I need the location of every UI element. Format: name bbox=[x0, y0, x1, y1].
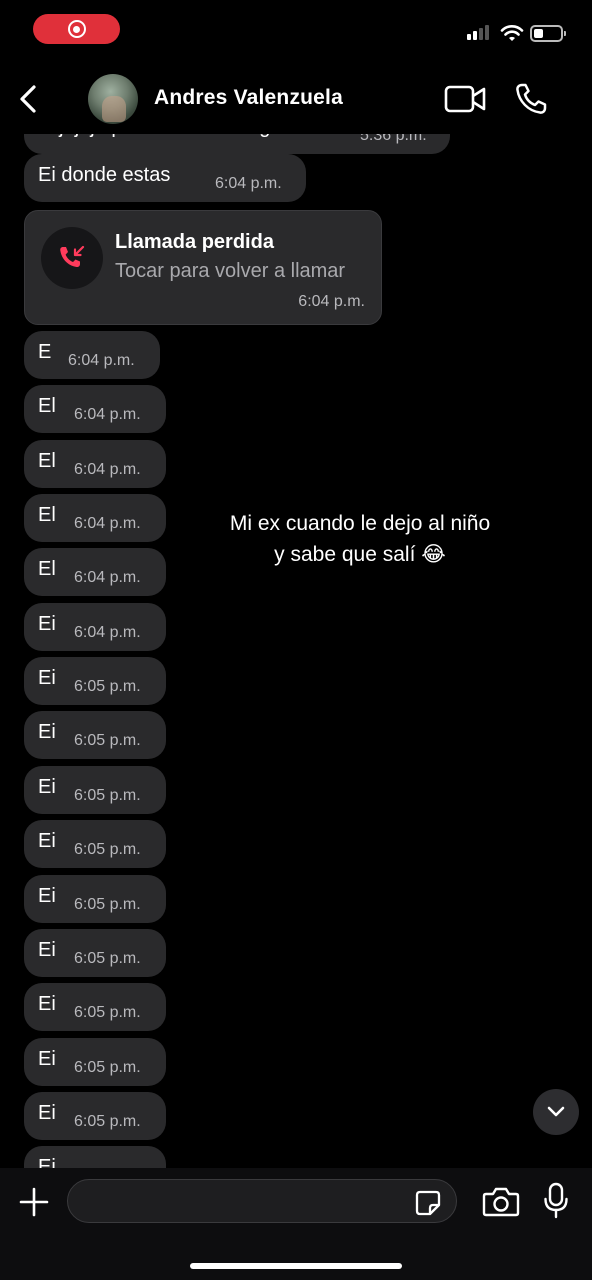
sticker-icon[interactable] bbox=[414, 1189, 442, 1217]
message-text: Ei donde estas bbox=[38, 164, 171, 186]
message-bubble[interactable]: Ei 6:05 p.m. bbox=[24, 929, 166, 977]
message-time: 6:04 p.m. bbox=[74, 461, 141, 478]
overlay-caption: Mi ex cuando le dejo al niño y sabe que … bbox=[160, 508, 560, 570]
message-bubble[interactable]: El 6:04 p.m. bbox=[24, 548, 166, 596]
message-bubble[interactable]: Ei 6:05 p.m. bbox=[24, 1092, 166, 1140]
message-time: 6:05 p.m. bbox=[74, 896, 141, 913]
message-list[interactable]: Jajajaja pa todo cuedo algo 5:36 p.m. Ei… bbox=[0, 120, 592, 1168]
message-bubble[interactable]: Ei 6:04 p.m. bbox=[24, 603, 166, 651]
phone-icon[interactable] bbox=[514, 82, 548, 116]
wifi-icon bbox=[500, 25, 524, 41]
message-text: Ei bbox=[38, 1156, 56, 1168]
battery-icon bbox=[530, 25, 566, 42]
missed-call-icon bbox=[60, 245, 85, 268]
scroll-to-bottom-button[interactable] bbox=[533, 1089, 579, 1135]
message-time: 6:05 p.m. bbox=[74, 732, 141, 749]
message-bubble[interactable]: Ei donde estas 6:04 p.m. bbox=[24, 154, 306, 202]
message-bubble[interactable]: Ei 6:05 p.m. bbox=[24, 711, 166, 759]
missed-call-title: Llamada perdida bbox=[115, 231, 274, 253]
message-time: 6:04 p.m. bbox=[74, 515, 141, 532]
message-bubble[interactable]: El 6:04 p.m. bbox=[24, 494, 166, 542]
message-time: 6:04 p.m. bbox=[68, 352, 135, 369]
screen-recording-indicator[interactable] bbox=[33, 14, 120, 44]
caption-line-2: y sabe que salí 😂 bbox=[274, 543, 446, 566]
microphone-icon[interactable] bbox=[543, 1182, 569, 1220]
message-time: 6:05 p.m. bbox=[74, 841, 141, 858]
message-text: Ei bbox=[38, 776, 56, 798]
message-text: Ei bbox=[38, 721, 56, 743]
status-bar bbox=[0, 0, 592, 60]
message-bubble[interactable]: E 6:04 p.m. bbox=[24, 331, 160, 379]
missed-call-card[interactable]: Llamada perdida Tocar para volver a llam… bbox=[24, 210, 382, 325]
message-text: Ei bbox=[38, 613, 56, 635]
message-text: Ei bbox=[38, 939, 56, 961]
message-text: Ei bbox=[38, 830, 56, 852]
missed-call-time: 6:04 p.m. bbox=[298, 293, 365, 310]
message-text: Ei bbox=[38, 1102, 56, 1124]
camera-icon[interactable] bbox=[482, 1186, 520, 1218]
message-time: 6:05 p.m. bbox=[74, 787, 141, 804]
chat-header: Andres Valenzuela bbox=[0, 62, 592, 134]
message-input[interactable] bbox=[67, 1179, 457, 1223]
message-bubble[interactable]: Ei 6:05 p.m. bbox=[24, 820, 166, 868]
message-text: El bbox=[38, 395, 56, 417]
plus-icon[interactable] bbox=[18, 1186, 50, 1218]
message-time: 6:04 p.m. bbox=[215, 175, 282, 192]
message-text: Ei bbox=[38, 993, 56, 1015]
message-time: 6:04 p.m. bbox=[74, 569, 141, 586]
message-bubble[interactable]: Ei 6:05 p.m. bbox=[24, 766, 166, 814]
message-text: Ei bbox=[38, 667, 56, 689]
message-bubble[interactable]: Ei 6:05 p.m. bbox=[24, 983, 166, 1031]
record-icon bbox=[67, 20, 86, 38]
chevron-down-icon bbox=[547, 1106, 565, 1117]
message-time: 6:04 p.m. bbox=[74, 406, 141, 423]
message-time: 6:05 p.m. bbox=[74, 950, 141, 967]
message-text: El bbox=[38, 558, 56, 580]
message-time: 6:05 p.m. bbox=[74, 1113, 141, 1130]
message-text: El bbox=[38, 450, 56, 472]
contact-avatar[interactable] bbox=[88, 74, 138, 124]
missed-call-subtitle: Tocar para volver a llamar bbox=[115, 260, 346, 282]
message-text: E bbox=[38, 341, 52, 363]
video-call-icon[interactable] bbox=[444, 84, 486, 114]
back-chevron-icon[interactable] bbox=[14, 82, 44, 116]
contact-name[interactable]: Andres Valenzuela bbox=[154, 86, 343, 110]
message-time: 6:04 p.m. bbox=[74, 624, 141, 641]
message-bubble[interactable]: Ei 6:05 p.m. bbox=[24, 1038, 166, 1086]
message-bubble[interactable]: Ei 6:05 p.m. bbox=[24, 657, 166, 705]
message-composer bbox=[0, 1168, 592, 1280]
message-text: El bbox=[38, 504, 56, 526]
message-text: Ei bbox=[38, 885, 56, 907]
message-time: 6:05 p.m. bbox=[74, 678, 141, 695]
message-text: Ei bbox=[38, 1048, 56, 1070]
caption-line-1: Mi ex cuando le dejo al niño bbox=[229, 512, 491, 535]
message-bubble[interactable]: El 6:04 p.m. bbox=[24, 440, 166, 488]
missed-call-icon-circle bbox=[41, 227, 103, 289]
home-indicator[interactable] bbox=[190, 1263, 402, 1269]
message-bubble-partial-bottom[interactable]: Ei bbox=[24, 1146, 166, 1168]
message-bubble[interactable]: El 6:04 p.m. bbox=[24, 385, 166, 433]
message-bubble[interactable]: Ei 6:05 p.m. bbox=[24, 875, 166, 923]
cellular-signal-icon bbox=[467, 25, 489, 40]
message-time: 6:05 p.m. bbox=[74, 1004, 141, 1021]
message-time: 6:05 p.m. bbox=[74, 1059, 141, 1076]
